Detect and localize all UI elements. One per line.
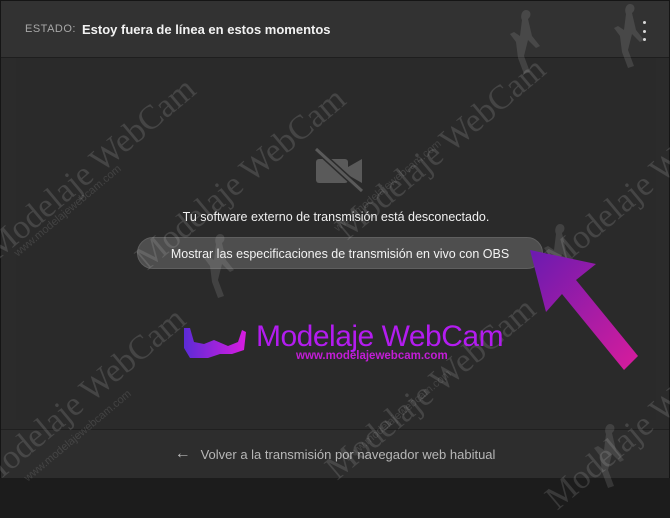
stream-panel: ESTADO: Estoy fuera de línea en estos mo… [0,0,670,478]
status-header: ESTADO: Estoy fuera de línea en estos mo… [1,1,669,58]
brand-url: www.modelajewebcam.com [296,350,448,362]
footer-bar: ← Volver a la transmisión por navegador … [1,429,669,478]
arrow-left-icon: ← [174,445,191,462]
back-link-label: Volver a la transmisión por navegador we… [200,446,496,462]
show-obs-specs-button[interactable]: Mostrar las especificaciones de transmis… [137,237,543,269]
status-value: Estoy fuera de línea en estos momentos [82,22,331,37]
pointer-arrow-icon [530,250,638,370]
kebab-menu-icon[interactable] [637,21,651,41]
disconnected-message: Tu software externo de transmisión está … [182,210,490,224]
video-camera-off-icon [313,147,365,193]
brand-silhouette-icon [184,328,246,358]
brand-name: Modelaje WebCam [256,320,504,353]
back-to-browser-streaming-link[interactable]: ← Volver a la transmisión por navegador … [1,430,669,478]
status-label: ESTADO: [25,23,76,35]
